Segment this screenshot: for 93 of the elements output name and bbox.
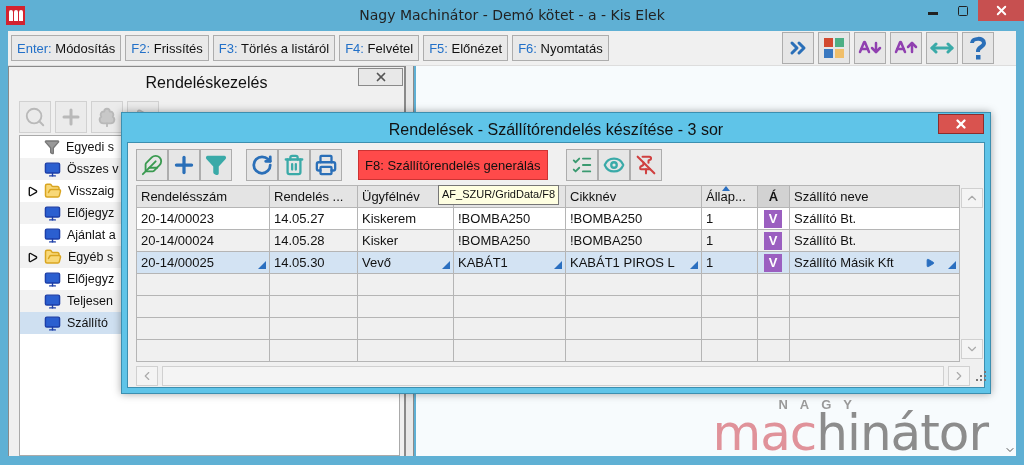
table-cell: 20-14/00024 — [136, 229, 270, 252]
tiles-icon — [824, 38, 844, 58]
tooltip: AF_SZUR/GridData/F8 — [438, 185, 560, 205]
filter-button[interactable] — [200, 149, 232, 181]
folder-icon — [44, 182, 62, 200]
folder-icon — [44, 248, 62, 266]
close-icon — [954, 117, 968, 131]
table-cell: Szállító Bt. — [789, 207, 960, 230]
panel-close-button[interactable] — [358, 68, 403, 86]
dialog-close-button[interactable] — [938, 114, 984, 134]
chevrons-right-button[interactable] — [782, 32, 814, 64]
edit-button[interactable] — [136, 149, 168, 181]
column-header[interactable]: Cikknév — [565, 185, 702, 208]
feather-icon — [141, 154, 163, 176]
generate-order-button[interactable]: F8: Szállítórendelés generálás — [358, 150, 548, 180]
panel-title: Rendeléskezelés — [145, 74, 268, 91]
function-key-button[interactable]: F4: Felvétel — [339, 35, 420, 61]
refresh-button[interactable] — [246, 149, 278, 181]
column-header[interactable]: Á — [757, 185, 790, 208]
table-cell: Szállító Bt. — [789, 229, 960, 252]
horizontal-scrollbar[interactable] — [162, 366, 944, 386]
column-header[interactable]: Állap... — [701, 185, 758, 208]
tree-button[interactable] — [91, 101, 123, 133]
scroll-up-button[interactable] — [961, 188, 983, 208]
monitor-icon — [44, 204, 61, 222]
monitor-icon — [44, 314, 61, 332]
function-key-button[interactable]: F3: Törlés a listáról — [212, 35, 336, 61]
monitor-icon — [44, 226, 61, 244]
monitor-icon — [44, 270, 61, 288]
monitor-icon — [44, 292, 61, 310]
dropdown-corner-icon[interactable] — [442, 261, 450, 269]
window-title: Nagy Machinátor - Demó kötet - a - Kis Elek — [359, 7, 665, 23]
maximize-icon — [957, 4, 969, 17]
function-key-button[interactable]: Enter: Módosítás — [11, 35, 122, 61]
filter-icon — [205, 154, 227, 176]
delete-button[interactable] — [278, 149, 310, 181]
tree-item-label: Ajánlat a — [67, 228, 116, 242]
search-icon — [24, 106, 46, 128]
status-badge: V — [764, 253, 782, 272]
close-button[interactable] — [978, 0, 1024, 21]
help-button[interactable] — [962, 32, 994, 64]
trash-icon — [283, 154, 305, 176]
status-badge: V — [764, 231, 782, 250]
dropdown-corner-icon[interactable] — [258, 261, 266, 269]
table-cell: KABÁT1 PIROS L — [565, 251, 702, 274]
logo-wordmark: machinátor — [712, 412, 988, 454]
resize-horizontal-button[interactable] — [926, 32, 958, 64]
table-cell: !BOMBA250 — [565, 207, 702, 230]
tree-item-label: Visszaig — [68, 184, 115, 198]
dropdown-corner-icon[interactable] — [690, 261, 698, 269]
table-cell: 20-14/00023 — [136, 207, 270, 230]
resize-grip-icon[interactable] — [976, 371, 986, 381]
column-header[interactable]: Szállító neve — [789, 185, 960, 208]
column-header[interactable]: Rendelésszám — [136, 185, 270, 208]
font-smaller-button[interactable] — [854, 32, 886, 64]
minimize-icon — [928, 12, 938, 15]
monitor-icon — [44, 160, 61, 178]
tree-item-label: Teljesen — [67, 294, 113, 308]
unpin-button[interactable] — [629, 149, 662, 181]
unpin-icon — [635, 155, 656, 175]
column-header[interactable]: Rendelés ... — [269, 185, 358, 208]
tree-item-label: Előjegyz — [67, 272, 115, 286]
tree-item-label: Összes v — [67, 162, 119, 176]
table-cell: !BOMBA250 — [565, 229, 702, 252]
tree-item-label: Szállító — [67, 316, 108, 330]
tree-item-label: Egyedi s — [66, 140, 114, 154]
dialog-title: Rendelések - Szállítórendelés készítése - 3 sor — [388, 120, 724, 138]
app-logo-icon — [6, 6, 25, 25]
play-icon[interactable] — [925, 258, 935, 268]
status-badge: V — [764, 209, 782, 228]
print-button[interactable] — [310, 149, 342, 181]
refresh-icon — [251, 154, 273, 176]
help-icon — [970, 36, 986, 60]
table-cell: 20-14/00025 — [136, 251, 270, 274]
dropdown-corner-icon[interactable] — [948, 261, 956, 269]
tiles-button[interactable] — [818, 32, 850, 64]
tree-icon — [96, 106, 118, 128]
dropdown-corner-icon[interactable] — [554, 261, 562, 269]
logo-tagline: NAGY — [778, 397, 865, 412]
tree-item-label: Egyéb s — [68, 250, 114, 264]
function-key-button[interactable]: F6: Nyomtatás — [512, 35, 609, 61]
table-cell: Szállító Másik Kft — [789, 251, 960, 274]
expand-arrow-icon[interactable] — [26, 251, 38, 263]
function-key-button[interactable]: F5: Előnézet — [423, 35, 509, 61]
add-button[interactable] — [168, 149, 200, 181]
tree-item-label: Előjegyz — [67, 206, 115, 220]
preview-button[interactable] — [597, 149, 630, 181]
font-larger-button[interactable] — [890, 32, 922, 64]
function-key-button[interactable]: F2: Frissítés — [125, 35, 209, 61]
select-rows-button[interactable] — [565, 149, 598, 181]
printer-icon — [315, 154, 337, 176]
expand-arrow-icon[interactable] — [26, 185, 38, 197]
filter-icon — [44, 139, 60, 155]
